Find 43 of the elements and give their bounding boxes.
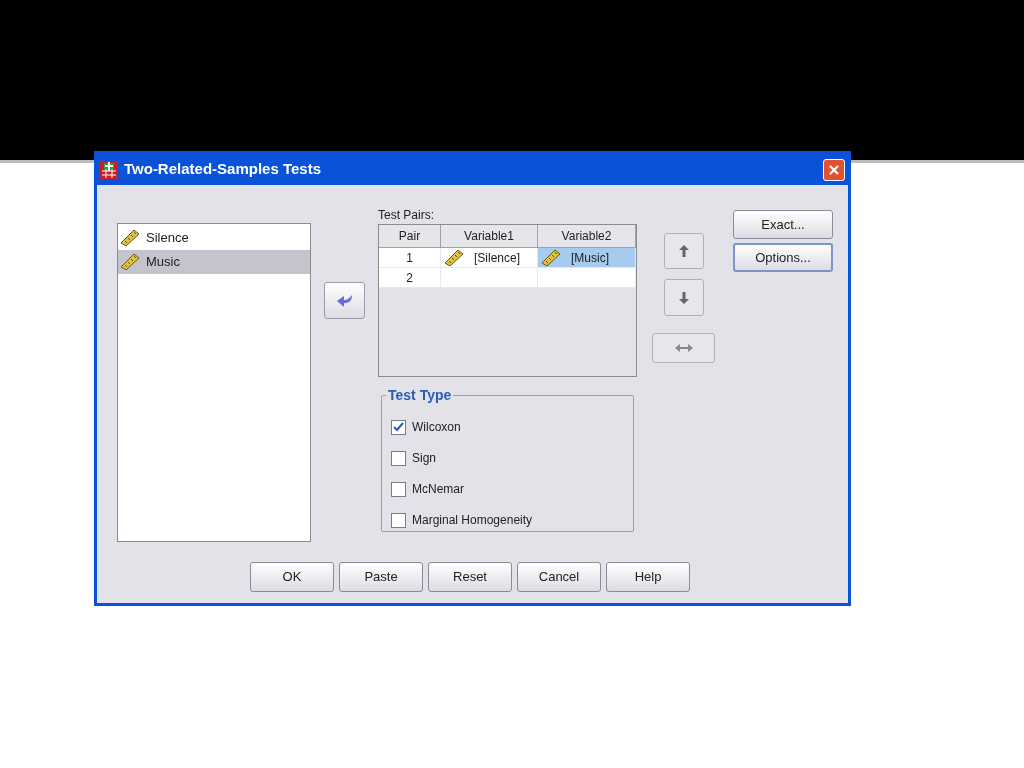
checkbox-label: Marginal Homogeneity xyxy=(412,512,533,529)
dialog-button[interactable]: Options... xyxy=(733,243,833,272)
checkbox-label: McNemar xyxy=(412,481,464,498)
checkbox[interactable] xyxy=(391,419,406,435)
test-pairs-label: Test Pairs: xyxy=(378,207,435,224)
ruler-icon xyxy=(120,253,140,271)
table-cell[interactable]: [Music] xyxy=(538,248,636,268)
checkbox[interactable] xyxy=(391,450,406,466)
column-header: Variable1 xyxy=(441,225,538,248)
swap-button[interactable] xyxy=(652,333,715,363)
move-button[interactable] xyxy=(324,282,365,319)
table-cell[interactable]: 2 xyxy=(379,268,441,288)
double-arrow-icon xyxy=(674,344,693,352)
checkbox[interactable] xyxy=(391,481,406,497)
ruler-icon xyxy=(541,248,561,267)
table-cell[interactable] xyxy=(441,268,538,288)
variable-name: [Music] xyxy=(571,249,609,267)
dialog-button[interactable]: Help xyxy=(606,562,690,592)
table-cell[interactable]: [Silence] xyxy=(441,248,538,268)
dialog-button[interactable]: Paste xyxy=(339,562,423,592)
table-cell[interactable] xyxy=(538,268,636,288)
close-icon xyxy=(828,163,840,176)
checkbox-label: Sign xyxy=(412,450,437,467)
move-down-button[interactable] xyxy=(663,279,704,316)
variable-name: [Silence] xyxy=(474,249,521,267)
column-header: Pair xyxy=(379,225,441,248)
close-button[interactable] xyxy=(823,158,845,181)
ruler-icon xyxy=(444,248,464,267)
dialog-button[interactable]: OK xyxy=(250,562,334,592)
down-arrow-icon xyxy=(678,291,689,304)
dialog-button[interactable]: Reset xyxy=(428,562,512,592)
window-title: Two-Related-Samples Tests xyxy=(124,159,321,180)
column-header: Variable2 xyxy=(538,225,636,248)
ruler-icon xyxy=(120,229,140,247)
table-cell[interactable]: 1 xyxy=(379,248,441,268)
app-icon xyxy=(100,160,118,179)
up-arrow-icon xyxy=(678,245,689,257)
dialog-button[interactable]: Exact... xyxy=(733,210,833,239)
checkbox-label: Wilcoxon xyxy=(412,419,461,436)
variable-item[interactable]: Music xyxy=(118,250,310,274)
dialog-button[interactable]: Cancel xyxy=(517,562,601,592)
checkbox[interactable] xyxy=(391,512,406,528)
move-up-button[interactable] xyxy=(663,233,704,269)
